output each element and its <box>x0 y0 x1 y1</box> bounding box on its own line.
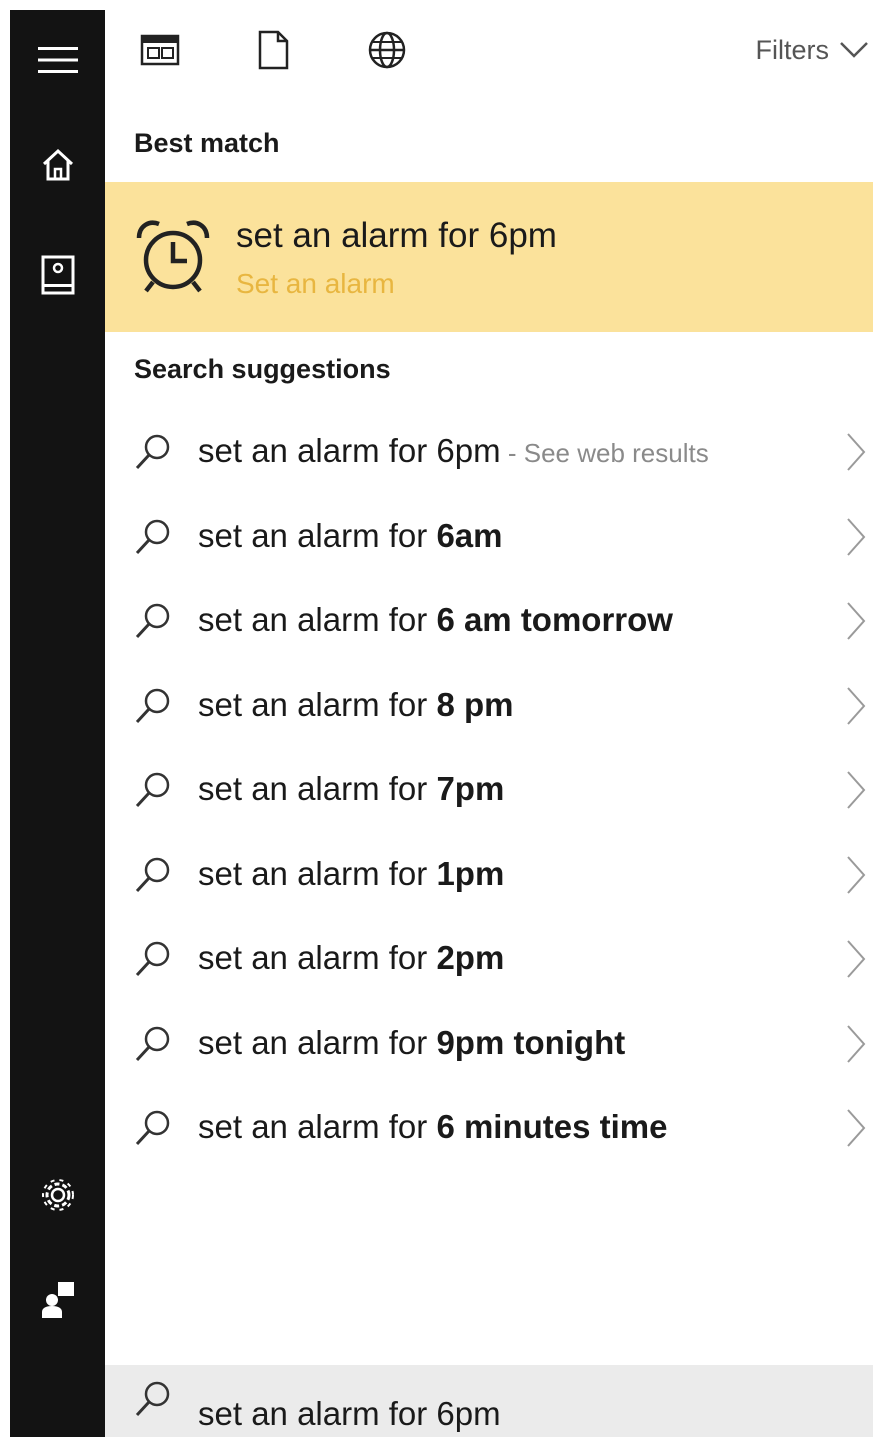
best-match-subtitle: Set an alarm <box>236 268 395 299</box>
search-icon <box>135 1381 170 1417</box>
hamburger-menu-icon <box>37 47 78 73</box>
suggestion-text: set an alarm for 9pm tonight <box>198 1024 625 1062</box>
hamburger-menu-button[interactable] <box>10 25 105 95</box>
suggestion-completion: 9pm tonight <box>436 1023 626 1061</box>
chevron-down-icon <box>840 42 868 58</box>
suggestion-completion: 1pm <box>436 854 505 892</box>
search-input[interactable]: set an alarm for 6pm <box>198 1395 501 1433</box>
web-scope-button[interactable] <box>359 22 415 78</box>
suggestion-text: set an alarm for 6 am tomorrow <box>198 601 673 639</box>
filters-label: Filters <box>755 34 830 65</box>
search-icon <box>135 857 170 892</box>
feedback-icon <box>41 1282 74 1318</box>
suggestion-prefix: set an alarm for <box>198 516 437 554</box>
settings-button[interactable] <box>10 1160 105 1230</box>
notebook-icon <box>41 255 74 295</box>
chevron-right-icon[interactable] <box>845 768 867 812</box>
documents-scope-button[interactable] <box>245 22 301 78</box>
suggestion-prefix: set an alarm for <box>198 601 437 638</box>
suggestion-row[interactable]: set an alarm for 6am <box>105 495 873 580</box>
best-match-heading: Best match <box>134 128 280 158</box>
chevron-right-icon[interactable] <box>845 430 867 474</box>
suggestion-prefix: set an alarm for 6pm <box>198 432 501 469</box>
feedback-button[interactable] <box>10 1265 105 1335</box>
web-globe-icon <box>368 31 406 69</box>
document-icon <box>258 30 289 70</box>
suggestion-prefix: set an alarm for <box>198 854 437 892</box>
gear-icon <box>41 1179 74 1211</box>
suggestion-row[interactable]: set an alarm for 9pm tonight <box>105 1002 873 1087</box>
search-icon <box>135 941 170 977</box>
chevron-right-icon[interactable] <box>845 1022 867 1066</box>
notebook-button[interactable] <box>10 240 105 310</box>
home-icon <box>42 148 73 181</box>
best-match-result[interactable]: set an alarm for 6pm Set an alarm <box>105 182 873 332</box>
suggestion-text: set an alarm for 1pm <box>198 855 504 893</box>
suggestion-completion: 8 pm <box>436 685 514 723</box>
suggestion-text: set an alarm for 6pm - See web results <box>198 432 709 470</box>
apps-scope-button[interactable] <box>132 22 188 78</box>
search-icon <box>135 688 170 723</box>
suggestion-text: set an alarm for 6am <box>198 517 503 555</box>
suggestion-prefix: set an alarm for <box>198 1023 437 1061</box>
cortana-search-window: Filters Best match set an alarm for 6pm … <box>0 0 873 1437</box>
chevron-right-icon[interactable] <box>845 1106 867 1150</box>
suggestion-completion: 2pm <box>436 939 505 976</box>
main-panel: Filters Best match set an alarm for 6pm … <box>105 0 873 1437</box>
search-icon <box>135 603 170 639</box>
search-suggestions-heading: Search suggestions <box>134 354 391 384</box>
filters-dropdown[interactable]: Filters <box>756 30 870 70</box>
search-icon <box>135 519 170 554</box>
suggestion-prefix: set an alarm for <box>198 685 437 723</box>
suggestion-prefix: set an alarm for <box>198 939 437 976</box>
suggestion-row[interactable]: set an alarm for 7pm <box>105 748 873 833</box>
search-suggestions-list: set an alarm for 6pm - See web results se… <box>105 410 873 1171</box>
suggestion-completion: 6 minutes time <box>436 1108 668 1145</box>
search-icon <box>135 1110 170 1146</box>
suggestion-row[interactable]: set an alarm for 6pm - See web results <box>105 410 873 495</box>
suggestion-row[interactable]: set an alarm for 2pm <box>105 917 873 1002</box>
suggestion-row[interactable]: set an alarm for 1pm <box>105 833 873 918</box>
chevron-right-icon[interactable] <box>845 515 867 559</box>
suggestion-row[interactable]: set an alarm for 6 am tomorrow <box>105 579 873 664</box>
suggestion-prefix: set an alarm for <box>198 770 437 807</box>
suggestion-completion: 6 am tomorrow <box>436 601 673 638</box>
chevron-right-icon[interactable] <box>845 937 867 981</box>
suggestion-text: set an alarm for 2pm <box>198 939 504 977</box>
search-icon <box>135 434 170 470</box>
suggestion-text: set an alarm for 6 minutes time <box>198 1108 668 1146</box>
suggestion-text: set an alarm for 8 pm <box>198 686 513 724</box>
scope-bar: Filters <box>105 0 873 100</box>
chevron-right-icon[interactable] <box>845 853 867 897</box>
suggestion-completion: 7pm <box>436 770 505 807</box>
suggestion-row[interactable]: set an alarm for 8 pm <box>105 664 873 749</box>
search-icon <box>135 772 170 808</box>
see-web-results-hint: - See web results <box>500 438 709 468</box>
suggestion-prefix: set an alarm for <box>198 1108 437 1145</box>
suggestion-completion: 6am <box>436 516 503 554</box>
suggestion-row[interactable]: set an alarm for 6 minutes time <box>105 1086 873 1171</box>
best-match-title: set an alarm for 6pm <box>236 216 557 255</box>
sidebar <box>10 10 105 1437</box>
search-box[interactable]: set an alarm for 6pm <box>105 1365 873 1437</box>
search-icon <box>135 1026 170 1061</box>
suggestion-text: set an alarm for 7pm <box>198 770 504 808</box>
chevron-right-icon[interactable] <box>845 684 867 728</box>
apps-icon <box>140 34 180 66</box>
home-button[interactable] <box>10 130 105 200</box>
chevron-right-icon[interactable] <box>845 599 867 643</box>
alarm-clock-icon <box>136 220 210 293</box>
